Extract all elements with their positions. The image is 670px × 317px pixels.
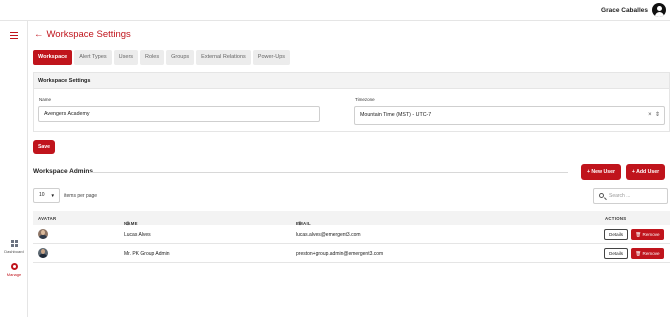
- per-page-label: items per page: [64, 193, 98, 199]
- timezone-select[interactable]: Mountain Time (MST) - UTC-7 × ⇕: [354, 106, 665, 125]
- user-email-cell: preston+group.admin@emergent3.com: [296, 250, 384, 257]
- per-page-value: 10: [39, 192, 45, 198]
- tab-power-ups[interactable]: Power-Ups: [252, 50, 290, 65]
- table-header: AVATAR NAME ⇅ EMAIL ⇅ ACTIONS: [33, 211, 670, 226]
- timezone-controls: × ⇕: [648, 107, 660, 124]
- tab-workspace[interactable]: Workspace: [33, 50, 73, 65]
- sidebar-item-label: Dashboard: [4, 249, 24, 254]
- user-name: Grace Caballes: [601, 7, 648, 14]
- trash-icon: 🗑: [635, 231, 642, 237]
- tab-alert-types[interactable]: Alert Types: [74, 50, 112, 65]
- card-title: Workspace Settings: [34, 73, 669, 89]
- avatar: [38, 229, 48, 239]
- avatar: [38, 248, 48, 258]
- updown-chevron-icon[interactable]: ⇕: [655, 112, 660, 118]
- sidebar-item-manage[interactable]: Manage: [0, 263, 28, 277]
- sidebar-item-label: Manage: [6, 272, 22, 277]
- column-avatar: AVATAR: [38, 216, 57, 221]
- column-actions: ACTIONS: [605, 216, 627, 221]
- back-arrow-icon[interactable]: ←: [34, 29, 44, 40]
- search-placeholder: Search ...: [609, 193, 631, 199]
- tab-users[interactable]: Users: [113, 50, 139, 65]
- remove-button[interactable]: 🗑 Remove: [631, 247, 664, 259]
- sidebar-item-dashboard[interactable]: Dashboard: [0, 240, 28, 254]
- user-name-cell: Lucas Alves: [124, 231, 151, 238]
- name-input[interactable]: Avengers Academy: [38, 106, 320, 122]
- top-bar: Grace Caballes: [0, 0, 670, 21]
- table-row: Lucas Alves lucas.alves@emergent3.com De…: [33, 225, 670, 244]
- search-icon: [599, 193, 604, 198]
- table-row: Mr. PK Group Admin preston+group.admin@e…: [33, 244, 670, 263]
- clear-icon[interactable]: ×: [648, 112, 652, 118]
- new-user-button[interactable]: + New User: [581, 164, 621, 180]
- dashboard-icon: [10, 240, 18, 247]
- items-per-page-select[interactable]: 10 ▼: [33, 188, 60, 203]
- remove-button[interactable]: 🗑 Remove: [631, 228, 664, 240]
- sidebar: Dashboard Manage: [0, 21, 28, 317]
- user-name-cell: Mr. PK Group Admin: [124, 250, 170, 257]
- tab-external-relations[interactable]: External Relations: [196, 50, 251, 65]
- admins-section-title: Workspace Admins: [33, 168, 93, 175]
- tab-bar: Workspace Alert Types Users Roles Groups…: [33, 50, 290, 65]
- details-button[interactable]: Details: [604, 247, 629, 259]
- tab-groups[interactable]: Groups: [166, 50, 195, 65]
- user-avatar-icon[interactable]: [652, 3, 666, 17]
- details-button[interactable]: Details: [604, 228, 629, 240]
- search-input[interactable]: Search ...: [593, 188, 668, 204]
- tab-roles[interactable]: Roles: [140, 50, 165, 65]
- user-email-cell: lucas.alves@emergent3.com: [296, 231, 361, 238]
- workspace-settings-card: Workspace Settings Name Avengers Academy…: [33, 72, 670, 132]
- page-title-text: Workspace Settings: [46, 29, 131, 40]
- save-button[interactable]: Save: [33, 140, 55, 154]
- timezone-value: Mountain Time (MST) - UTC-7: [360, 112, 432, 118]
- page-title[interactable]: ← Workspace Settings: [34, 29, 131, 40]
- chevron-down-icon: ▼: [50, 193, 55, 198]
- trash-icon: 🗑: [635, 250, 642, 256]
- timezone-label: Timezone: [355, 97, 375, 102]
- manage-icon: [10, 263, 18, 270]
- main-content: ← Workspace Settings Workspace Alert Type…: [28, 21, 670, 317]
- divider: [90, 172, 568, 173]
- add-user-button[interactable]: + Add User: [626, 164, 665, 180]
- name-label: Name: [39, 97, 52, 102]
- hamburger-menu-icon[interactable]: [10, 32, 18, 40]
- admins-table: AVATAR NAME ⇅ EMAIL ⇅ ACTIONS Lucas Alves …: [33, 211, 670, 263]
